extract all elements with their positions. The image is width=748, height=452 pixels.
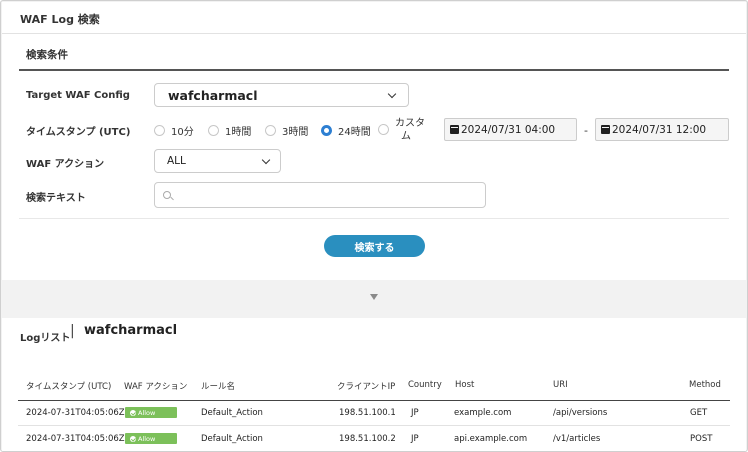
status-badge: Allow — [125, 433, 177, 444]
column-header-client-ip[interactable]: クライアントIP — [337, 380, 395, 392]
column-header-method[interactable]: Method — [689, 380, 721, 390]
radio-icon — [208, 125, 219, 136]
table-cell-ip: 198.51.100.2 — [339, 434, 396, 444]
chevron-down-icon — [387, 89, 397, 99]
radio-10min[interactable]: 10分 — [154, 123, 194, 138]
column-header-host[interactable]: Host — [455, 380, 474, 390]
radio-icon — [378, 124, 389, 135]
radio-icon — [265, 125, 276, 136]
status-badge-label: Allow — [138, 434, 156, 443]
radio-label: 3時間 — [282, 127, 309, 138]
divider — [19, 218, 729, 219]
calendar-icon — [601, 125, 610, 134]
status-badge-label: Allow — [138, 408, 156, 417]
table-cell-method: POST — [690, 434, 713, 444]
column-header-rule[interactable]: ルール名 — [201, 380, 235, 392]
table-cell-rule: Default_Action — [201, 408, 263, 418]
divider — [2, 33, 746, 34]
radio-label-line: カスタ — [395, 118, 425, 129]
radio-icon — [154, 125, 165, 136]
log-config-name: wafcharmacl — [84, 323, 178, 338]
app-window: WAF Log 検索 検索条件 Target WAF Config wafcha… — [0, 0, 748, 452]
radio-selected-icon — [321, 125, 332, 136]
page-title: WAF Log 検索 — [20, 13, 100, 26]
divider — [18, 425, 730, 426]
action-select-value: ALL — [167, 155, 186, 167]
radio-24hours[interactable]: 24時間 — [321, 123, 371, 138]
divider — [19, 69, 729, 71]
config-label: Target WAF Config — [26, 90, 130, 101]
table-cell-method: GET — [690, 408, 708, 418]
check-circle-icon — [130, 435, 136, 442]
table-cell-host: api.example.com — [454, 434, 528, 444]
search-button[interactable]: 検索する — [324, 235, 425, 257]
radio-1hour[interactable]: 1時間 — [208, 123, 251, 138]
date-from-value: 2024/07/31 04:00 — [461, 123, 556, 136]
radio-label: カスタ ム — [395, 117, 425, 143]
action-select[interactable]: ALL — [154, 149, 281, 173]
action-label: WAF アクション — [26, 159, 105, 170]
date-to-value: 2024/07/31 12:00 — [612, 123, 707, 136]
search-text-field[interactable] — [154, 182, 486, 208]
radio-label-line: ム — [401, 131, 411, 142]
config-select-value: wafcharmacl — [168, 88, 258, 103]
table-cell-rule: Default_Action — [201, 434, 263, 444]
date-range-separator: - — [584, 124, 588, 137]
check-circle-icon — [130, 409, 136, 416]
date-to-input[interactable]: 2024/07/31 12:00 — [595, 118, 729, 141]
table-cell-timestamp: 2024-07-31T04:05:06Z — [26, 408, 125, 418]
table-cell-uri: /v1/articles — [553, 434, 601, 444]
log-list-separator: | — [70, 323, 75, 339]
table-cell-timestamp: 2024-07-31T04:05:06Z — [26, 434, 125, 444]
table-cell-uri: /api/versions — [553, 408, 608, 418]
config-select[interactable]: wafcharmacl — [154, 83, 409, 107]
date-from-input[interactable]: 2024/07/31 04:00 — [444, 118, 577, 141]
timestamp-label: タイムスタンプ (UTC) — [26, 127, 131, 138]
search-input[interactable] — [177, 187, 477, 203]
search-icon — [163, 191, 171, 199]
divider — [18, 400, 730, 401]
radio-label: 24時間 — [338, 127, 371, 138]
log-list-label: Logリスト — [20, 333, 71, 344]
column-header-country[interactable]: Country — [408, 380, 442, 390]
radio-custom[interactable]: カスタ ム — [378, 117, 425, 143]
section-title: 検索条件 — [26, 49, 68, 61]
text-label: 検索テキスト — [26, 193, 86, 204]
column-header-uri[interactable]: URI — [553, 380, 568, 390]
table-cell-host: example.com — [454, 408, 512, 418]
collapse-arrow-icon[interactable] — [370, 294, 378, 300]
column-header-action[interactable]: WAF アクション — [124, 380, 187, 392]
calendar-icon — [450, 125, 459, 134]
chevron-down-icon — [261, 155, 271, 165]
table-cell-ip: 198.51.100.1 — [339, 408, 396, 418]
table-cell-country: JP — [411, 434, 419, 444]
status-badge: Allow — [125, 407, 177, 418]
radio-label: 1時間 — [225, 127, 252, 138]
radio-3hours[interactable]: 3時間 — [265, 123, 308, 138]
table-cell-country: JP — [411, 408, 419, 418]
column-header-timestamp[interactable]: タイムスタンプ (UTC) — [26, 380, 111, 392]
radio-label: 10分 — [171, 127, 194, 138]
